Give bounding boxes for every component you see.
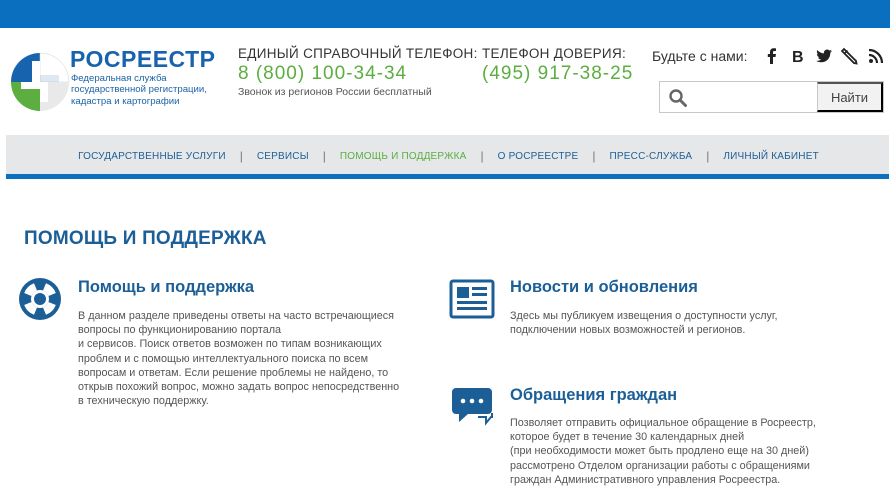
nav-separator: |: [706, 149, 710, 163]
card-text-line: рассмотрено Отделом организации работы с…: [510, 459, 810, 472]
trust-phone-block: ТЕЛЕФОН ДОВЕРИЯ: (495) 917-38-25: [482, 46, 633, 85]
card-text-line: которое будет в течение 30 календарных д…: [510, 431, 745, 444]
card-text-line: вопросы по функционированию портала: [78, 324, 282, 337]
logo-subtitle-line: кадастра и картографии: [71, 95, 180, 107]
trust-phone-number[interactable]: (495) 917-38-25: [482, 63, 633, 85]
main-phone-block: ЕДИНЫЙ СПРАВОЧНЫЙ ТЕЛЕФОН: 8 (800) 100-3…: [238, 46, 478, 98]
rosreestr-logo[interactable]: РОСРЕЕСТР Федеральная служба государстве…: [10, 40, 215, 124]
nav-separator: |: [592, 149, 596, 163]
nav-item: СЕРВИСЫ |: [257, 149, 340, 163]
card-text-line: подключении новых возможностей и регионо…: [510, 324, 746, 337]
page-title: ПОМОЩЬ И ПОДДЕРЖКА: [24, 228, 267, 249]
card-title[interactable]: Новости и обновления: [510, 278, 698, 297]
nav-link[interactable]: ЛИЧНЫЙ КАБИНЕТ: [723, 151, 819, 162]
nav-item: О РОСРЕЕСТРЕ |: [498, 149, 610, 163]
search-box: Найти: [659, 81, 884, 113]
nav-item: ПОМОЩЬ И ПОДДЕРЖКА |: [340, 149, 498, 163]
citizen-appeals-card[interactable]: Обращения граждан Позволяет отправить оф…: [448, 383, 878, 498]
search-button[interactable]: Найти: [817, 82, 883, 112]
twitter-icon[interactable]: [815, 47, 833, 65]
livejournal-icon[interactable]: [841, 47, 859, 65]
main-phone-label: ЕДИНЫЙ СПРАВОЧНЫЙ ТЕЛЕФОН:: [238, 46, 478, 61]
logo-subtitle-line: государственной регистрации,: [71, 84, 207, 96]
svg-text:B: B: [792, 49, 804, 65]
main-phone-number[interactable]: 8 (800) 100-34-34: [238, 63, 478, 85]
card-text-line: граждан Административного управления Рос…: [510, 473, 781, 486]
card-text-line: и сервисов. Поиск ответов возможен по ти…: [78, 338, 382, 351]
card-text-line: (при необходимости может быть продлено е…: [510, 445, 809, 458]
card-text-line: Позволяет отправить официальное обращени…: [510, 417, 816, 429]
lifebuoy-icon: [19, 278, 61, 320]
card-text: Позволяет отправить официальное обращени…: [510, 416, 816, 487]
logo-title: РОСРЕЕСТР: [70, 46, 216, 72]
logo-subtitle: Федеральная служба государственной регис…: [71, 73, 221, 107]
main-nav: ГОСУДАРСТВЕННЫЕ УСЛУГИ | СЕРВИСЫ | ПОМОЩЬ И …: [6, 135, 889, 179]
card-text-line: В данном разделе приведены ответы на час…: [78, 310, 395, 322]
search-input[interactable]: [694, 84, 814, 110]
trust-phone-label: ТЕЛЕФОН ДОВЕРИЯ:: [482, 46, 627, 61]
nav-separator: |: [322, 149, 326, 163]
top-bar: [0, 0, 890, 28]
nav-separator: |: [239, 149, 243, 163]
help-support-card[interactable]: Помощь и поддержка В данном разделе прив…: [16, 275, 436, 425]
card-text-line: проблем и с помощью интеллектуального по…: [78, 352, 368, 365]
card-text-line: Здесь мы публикуем извещения о доступнос…: [510, 310, 778, 322]
card-text-line: вопросам и ответам. Если решение проблем…: [78, 366, 389, 379]
social-label: Будьте с нами:: [652, 48, 748, 64]
vk-icon[interactable]: B: [789, 47, 807, 65]
chat-bubbles-icon: [452, 388, 493, 426]
news-updates-card[interactable]: Новости и обновления Здесь мы публикуем …: [448, 275, 878, 345]
nav-item: ГОСУДАРСТВЕННЫЕ УСЛУГИ |: [78, 149, 257, 163]
nav-separator: |: [480, 149, 484, 163]
main-phone-note: Звонок из регионов России бесплатный: [238, 86, 432, 98]
card-text: В данном разделе приведены ответы на час…: [78, 309, 399, 408]
facebook-icon[interactable]: [763, 47, 781, 65]
rss-icon[interactable]: [867, 47, 885, 65]
search-icon: [669, 89, 687, 107]
nav-link[interactable]: ПОМОЩЬ И ПОДДЕРЖКА: [340, 151, 467, 162]
card-text-line: открыв похожий вопрос, можно задать вопр…: [78, 381, 400, 394]
newspaper-icon: [449, 279, 495, 319]
rosreestr-emblem-icon: [11, 52, 70, 111]
card-title[interactable]: Помощь и поддержка: [78, 278, 254, 297]
nav-link[interactable]: ГОСУДАРСТВЕННЫЕ УСЛУГИ: [78, 151, 226, 162]
nav-link[interactable]: ПРЕСС-СЛУЖБА: [610, 151, 693, 162]
social-links: Будьте с нами: B: [652, 46, 885, 66]
card-text: Здесь мы публикуем извещения о доступнос…: [510, 309, 778, 337]
nav-item: ЛИЧНЫЙ КАБИНЕТ: [723, 151, 819, 162]
logo-subtitle-line: Федеральная служба: [71, 73, 167, 84]
nav-link[interactable]: О РОСРЕЕСТРЕ: [498, 151, 579, 162]
card-title[interactable]: Обращения граждан: [510, 386, 677, 405]
nav-list: ГОСУДАРСТВЕННЫЕ УСЛУГИ | СЕРВИСЫ | ПОМОЩЬ И …: [6, 135, 889, 177]
nav-link[interactable]: СЕРВИСЫ: [257, 151, 309, 162]
nav-item: ПРЕСС-СЛУЖБА |: [610, 149, 724, 163]
card-text-line: в техническую поддержку.: [78, 395, 209, 408]
